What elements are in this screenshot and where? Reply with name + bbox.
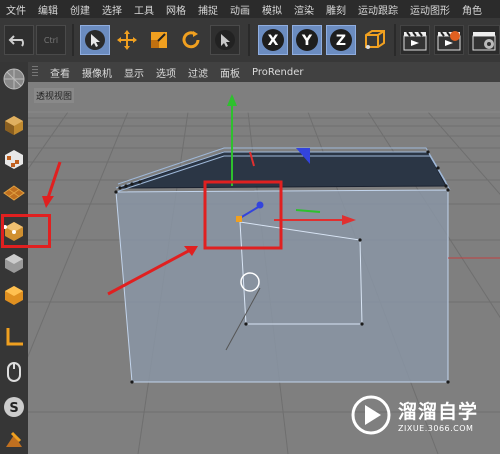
viewport-menu-panel[interactable]: 面板 [214,65,246,80]
arrow-cursor-icon [215,30,235,50]
watermark: 溜溜自学 ZIXUE.3066.COM [350,388,495,442]
drag-handle[interactable] [32,66,38,78]
small-gizmo-z-handle[interactable] [256,201,264,209]
menu-animate[interactable]: 动画 [224,2,256,17]
viewport-menu-prorender[interactable]: ProRender [246,67,309,78]
viewport-menu-filter[interactable]: 过滤 [182,65,214,80]
z-axis-badge: Z [330,29,352,51]
menu-mograph[interactable]: 运动图形 [404,2,456,17]
y-axis-badge: Y [296,29,318,51]
axis-mode-button[interactable] [1,324,27,350]
y-axis-label: Y [301,33,313,49]
tweak-mode-button[interactable] [1,358,27,384]
viewport-menu-display[interactable]: 显示 [118,65,150,80]
annotation-arrowhead [42,196,54,208]
snap-icon: S [4,397,24,417]
menu-motion-tracking[interactable]: 运动跟踪 [352,2,404,17]
rotate-button[interactable] [176,25,206,55]
redo-label: Ctrl [43,35,59,45]
z-axis-button[interactable]: Z [326,25,356,55]
clapperboard-icon [437,31,461,51]
z-axis-label: Z [336,33,346,49]
viewport-menu-cameras[interactable]: 摄像机 [76,65,118,80]
clapperboard-icon [403,31,427,51]
y-axis-button[interactable]: Y [292,25,322,55]
edges-mode-button[interactable] [1,250,27,276]
texture-mode-button[interactable] [1,146,27,172]
locked-workplane-button[interactable] [1,428,27,454]
viewport-menubar: 查看 摄像机 显示 选项 过滤 面板 ProRender [28,62,500,82]
move-button[interactable] [112,25,142,55]
render-settings-button[interactable] [468,25,500,55]
watermark-title: 溜溜自学 [398,401,479,423]
scale-icon [151,32,167,48]
toolbar-separator [72,24,74,56]
undo-icon [8,35,24,47]
viewport-menu-view[interactable]: 查看 [44,65,76,80]
cube-icon [5,116,23,135]
menu-simulate[interactable]: 模拟 [256,2,288,17]
toolbar-separator [394,24,396,56]
play-logo-icon [351,395,391,435]
menubar: 文件 编辑 创建 选择 工具 网格 捕捉 动画 模拟 渲染 雕刻 运动跟踪 运动… [0,0,500,18]
clapperboard-icon [472,32,496,51]
render-to-picture-viewer-button[interactable] [434,25,464,55]
redo-button[interactable]: Ctrl [36,25,66,55]
coordinate-system-button[interactable] [360,25,390,55]
checker-cube-icon [5,150,23,169]
move-icon [117,30,137,50]
menu-sculpt[interactable]: 雕刻 [320,2,352,17]
world-coordinates-icon [365,30,385,49]
menu-mesh[interactable]: 网格 [160,2,192,17]
toolbar-separator [248,24,250,56]
model-mode-button[interactable] [1,112,27,138]
menu-select[interactable]: 选择 [96,2,128,17]
menu-file[interactable]: 文件 [0,2,32,17]
gizmo-y-arrow [227,94,237,106]
menu-tools[interactable]: 工具 [128,2,160,17]
sphere-mesh-icon [3,68,25,90]
menu-character[interactable]: 角色 [456,2,488,17]
live-select-button[interactable] [80,25,110,55]
x-axis-label: X [268,33,279,49]
undo-button[interactable] [4,25,34,55]
menu-render[interactable]: 渲染 [288,2,320,17]
svg-text:S: S [9,401,18,416]
menu-create[interactable]: 创建 [64,2,96,17]
menu-edit[interactable]: 编辑 [32,2,64,17]
axis-icon [6,328,23,346]
viewport-menu-options[interactable]: 选项 [150,65,182,80]
x-axis-button[interactable]: X [258,25,288,55]
recent-tool-button[interactable] [210,25,240,55]
arrow-cursor-icon [85,30,105,50]
mouse-icon [7,362,21,382]
scale-button[interactable] [144,25,174,55]
viewport-label: 透视视图 [34,88,75,103]
rotate-icon [182,31,200,49]
object-axis-origin[interactable] [236,216,242,222]
polygons-cube-icon [5,286,23,305]
edges-cube-icon [5,254,23,273]
workplane-icon [6,431,22,447]
x-axis-badge: X [262,29,284,51]
workplane-mode-button[interactable] [1,180,27,206]
watermark-url: ZIXUE.3066.COM [398,424,474,433]
toolbar: Ctrl X Y Z [0,18,500,63]
make-editable-button[interactable] [1,66,27,92]
render-view-button[interactable] [400,25,430,55]
snapping-button[interactable]: S [1,394,27,420]
annotation-box-sidebar [1,214,51,248]
polygons-mode-button[interactable] [1,282,27,308]
left-sidebar: S [0,62,29,454]
grid-plane-icon [3,185,25,201]
menu-snap[interactable]: 捕捉 [192,2,224,17]
